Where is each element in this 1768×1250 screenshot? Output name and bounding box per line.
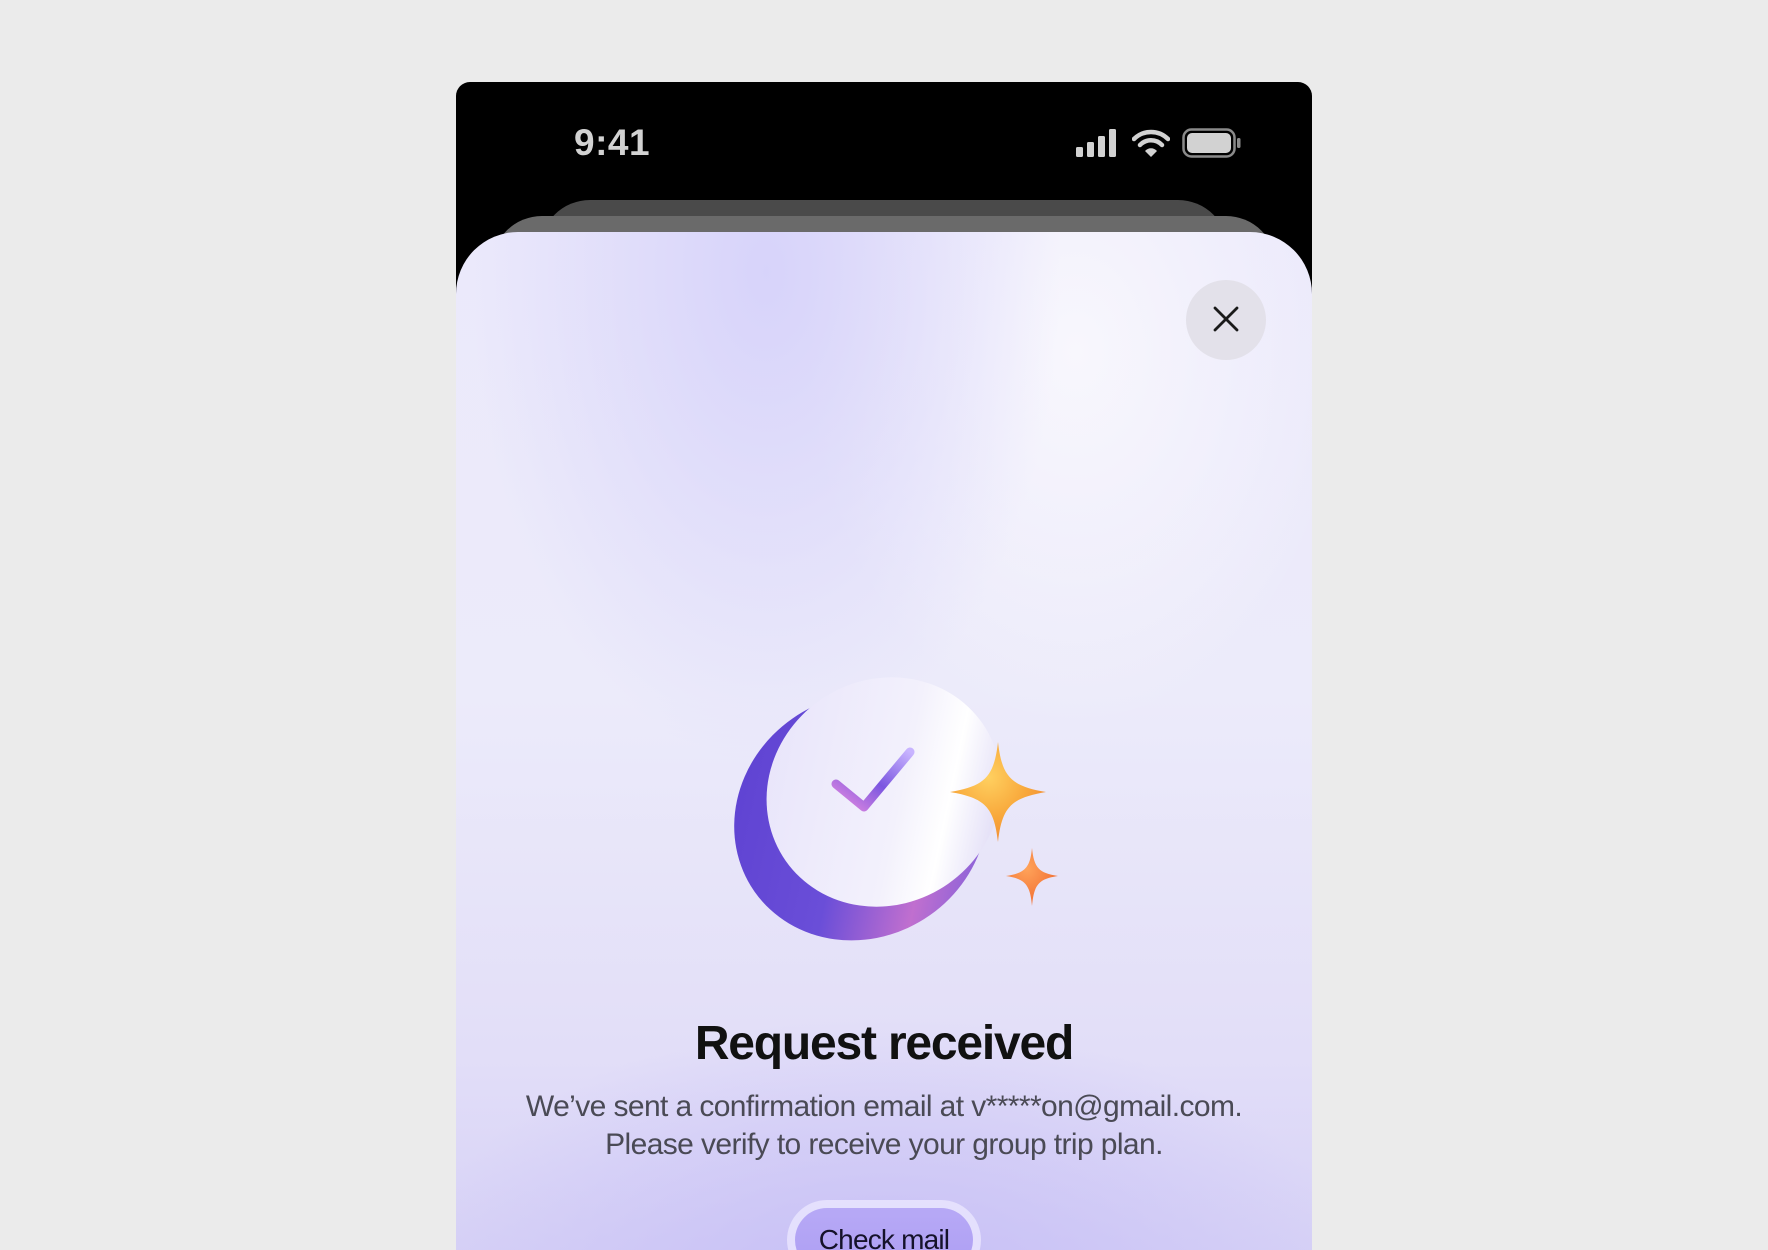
close-button[interactable] [1186,280,1266,360]
cellular-signal-icon [1076,129,1120,157]
close-icon [1211,304,1241,337]
battery-icon [1182,128,1242,158]
wifi-icon [1132,129,1170,157]
status-icons [1076,128,1242,158]
page-title: Request received [694,1017,1075,1070]
status-bar: 9:41 [456,82,1312,202]
confirmation-sheet: Request received We’ve sent a confirmati… [456,232,1312,1250]
phone-frame: 9:41 Request received We’ve sent a confi… [456,82,1312,1250]
check-mail-button[interactable]: Check mail [795,1208,973,1250]
check-badge-illustration [706,652,1076,962]
message-line-email: We’ve sent a confirmation email at v****… [525,1090,1243,1123]
confirmation-message: We’ve sent a confirmation email at v****… [486,1088,1282,1164]
status-time: 9:41 [574,122,651,163]
message-line-verify: Please verify to receive your group trip… [605,1128,1163,1161]
